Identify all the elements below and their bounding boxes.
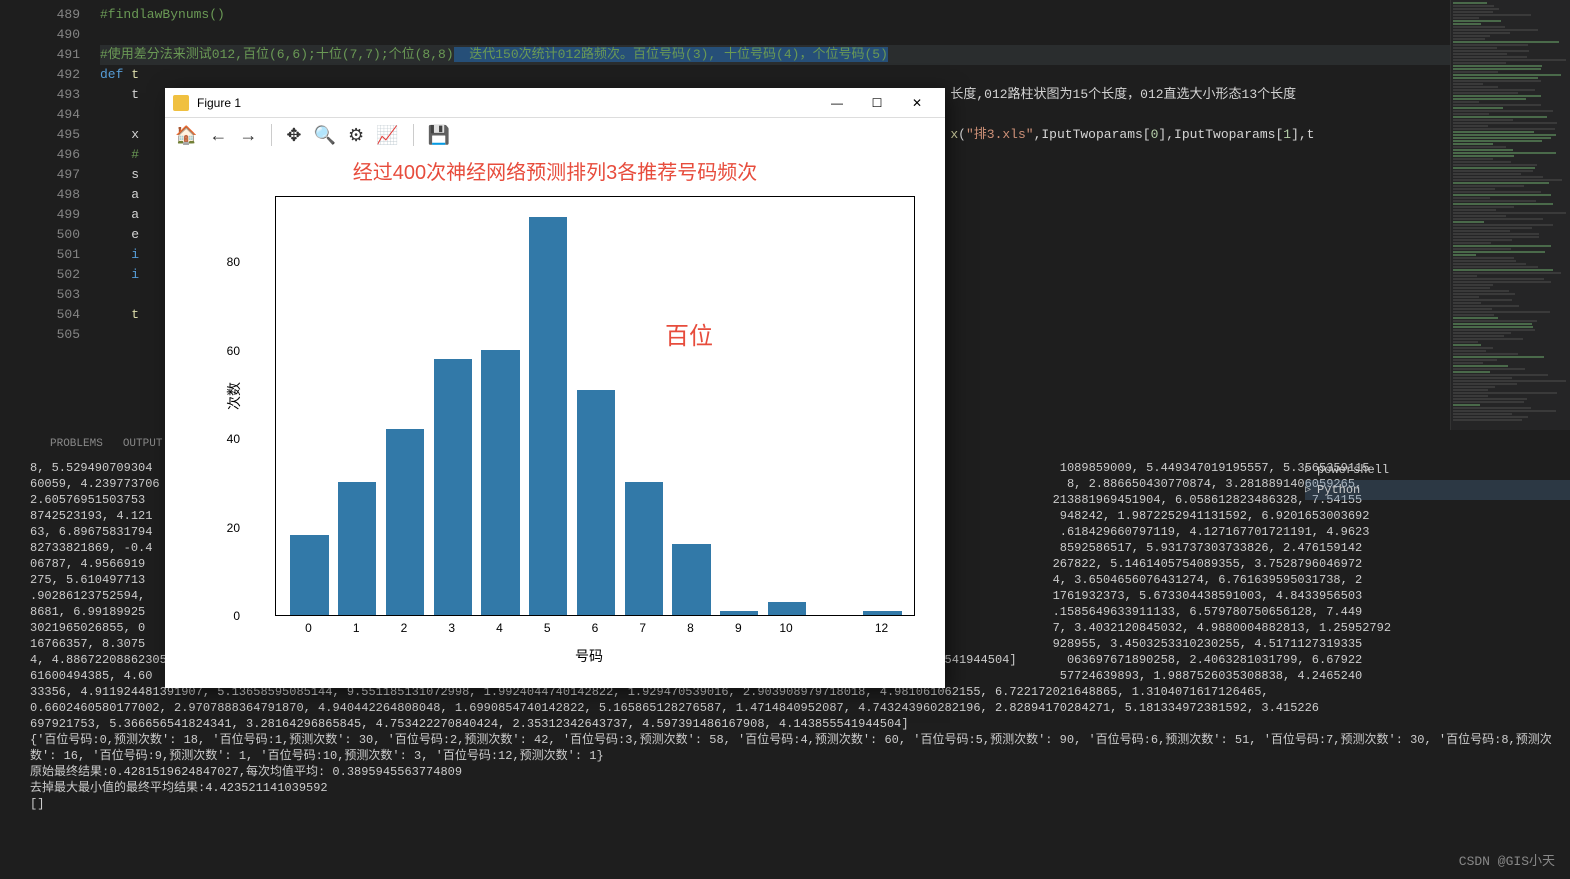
watermark: CSDN @GIS小天 bbox=[1459, 850, 1555, 869]
x-axis-label: 号码 bbox=[575, 646, 603, 666]
y-tick: 0 bbox=[233, 609, 240, 623]
bar bbox=[577, 390, 615, 615]
chart-area: 经过400次神经网络预测排列3各推荐号码频次 百位 次数 号码 02040608… bbox=[165, 156, 945, 686]
x-tick: 4 bbox=[496, 621, 503, 635]
minimize-button[interactable]: — bbox=[817, 89, 857, 117]
zoom-icon[interactable]: 🔍 bbox=[314, 125, 336, 146]
back-icon[interactable]: ← bbox=[209, 125, 227, 146]
x-tick: 2 bbox=[401, 621, 408, 635]
terminal-instance-python[interactable]: ▷Python bbox=[1305, 480, 1570, 500]
x-tick: 3 bbox=[448, 621, 455, 635]
bar bbox=[529, 217, 567, 615]
bar bbox=[768, 602, 806, 615]
x-tick: 9 bbox=[735, 621, 742, 635]
terminal-list: ▷powershell▷Python bbox=[1295, 460, 1570, 520]
bar bbox=[625, 482, 663, 615]
y-tick: 60 bbox=[227, 344, 240, 358]
chart-axes bbox=[275, 196, 915, 616]
x-tick: 8 bbox=[687, 621, 694, 635]
figure-icon bbox=[173, 95, 189, 111]
panel-tab-output[interactable]: OUTPUT bbox=[123, 438, 163, 450]
configure-icon[interactable]: ⚙ bbox=[348, 125, 364, 146]
figure-toolbar: 🏠 ← → ✥ 🔍 ⚙ 📈 💾 bbox=[165, 118, 945, 152]
close-button[interactable]: ✕ bbox=[897, 89, 937, 117]
x-tick: 12 bbox=[875, 621, 888, 635]
figure-titlebar[interactable]: Figure 1 — ☐ ✕ bbox=[165, 88, 945, 118]
y-tick: 40 bbox=[227, 432, 240, 446]
panel-tab-problems[interactable]: PROBLEMS bbox=[50, 438, 103, 450]
forward-icon[interactable]: → bbox=[239, 125, 257, 146]
x-tick: 7 bbox=[639, 621, 646, 635]
x-tick: 0 bbox=[305, 621, 312, 635]
y-tick: 20 bbox=[227, 521, 240, 535]
x-tick: 6 bbox=[592, 621, 599, 635]
chevron-icon: ▷ bbox=[1305, 484, 1311, 496]
bar bbox=[290, 535, 328, 615]
terminal-instance-powershell[interactable]: ▷powershell bbox=[1305, 460, 1570, 480]
x-tick: 1 bbox=[353, 621, 360, 635]
bar bbox=[338, 482, 376, 615]
x-tick: 10 bbox=[779, 621, 792, 635]
maximize-button[interactable]: ☐ bbox=[857, 89, 897, 117]
bar bbox=[386, 429, 424, 615]
chevron-icon: ▷ bbox=[1305, 464, 1311, 476]
figure-title: Figure 1 bbox=[197, 96, 817, 110]
line-number-gutter: 4894904914924934944954964974984995005015… bbox=[0, 0, 100, 430]
bar bbox=[434, 359, 472, 615]
bar bbox=[672, 544, 710, 615]
x-tick: 5 bbox=[544, 621, 551, 635]
axes-icon[interactable]: 📈 bbox=[376, 125, 398, 146]
save-icon[interactable]: 💾 bbox=[428, 125, 450, 146]
chart-title: 经过400次神经网络预测排列3各推荐号码频次 bbox=[165, 156, 945, 185]
bar bbox=[481, 350, 519, 615]
bar bbox=[720, 611, 758, 615]
pan-icon[interactable]: ✥ bbox=[286, 125, 301, 146]
y-tick: 80 bbox=[227, 255, 240, 269]
panel-tabs: PROBLEMS OUTPUT bbox=[50, 438, 162, 450]
bar bbox=[863, 611, 901, 615]
minimap[interactable] bbox=[1450, 0, 1570, 430]
home-icon[interactable]: 🏠 bbox=[175, 125, 197, 146]
y-axis-label: 次数 bbox=[224, 382, 244, 410]
figure-window[interactable]: Figure 1 — ☐ ✕ 🏠 ← → ✥ 🔍 ⚙ 📈 💾 经过400次神经网… bbox=[165, 88, 945, 688]
